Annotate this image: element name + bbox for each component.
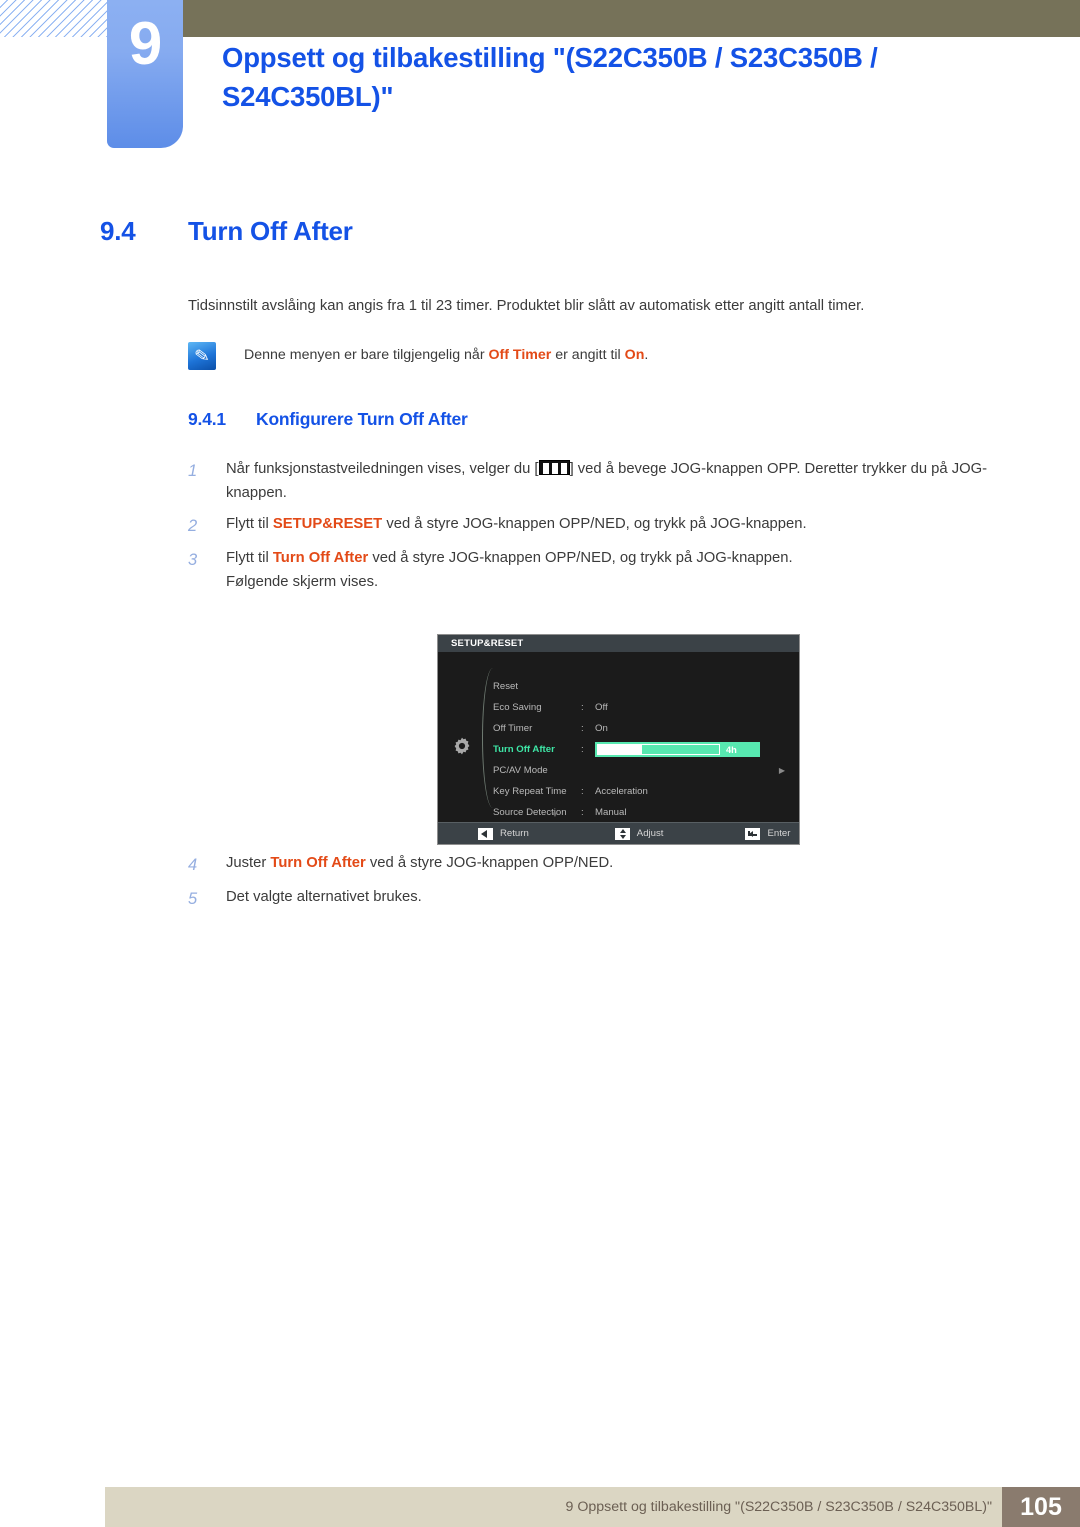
intro-paragraph: Tidsinnstilt avslåing kan angis fra 1 ti…: [188, 298, 865, 314]
chapter-header: 9 Oppsett og tilbakestilling "(S22C350B …: [0, 0, 1080, 160]
osd-menu-item[interactable]: Reset: [493, 676, 793, 697]
step-text: Flytt til Turn Off After ved å styre JOG…: [226, 547, 793, 595]
step-item: 2 Flytt til SETUP&RESET ved å styre JOG-k…: [188, 513, 1018, 540]
osd-footer-action[interactable]: Return: [478, 827, 529, 840]
osd-footer: Return Adjust Enter: [438, 822, 799, 844]
osd-slider-value: 4h: [726, 744, 737, 755]
osd-menu-list: Reset Eco Saving: Off Off Timer: On Turn Off …: [493, 676, 793, 823]
header-olive-bar: [183, 0, 1080, 37]
step-text: Når funksjonstastveiledningen vises, vel…: [226, 458, 1018, 506]
step-span: Når funksjonstastveiledningen vises, vel…: [226, 461, 539, 477]
osd-item-colon: :: [581, 702, 584, 713]
note-block: ✎ Denne menyen er bare tilgjengelig når …: [188, 341, 1018, 370]
page-title: 9.4 Turn Off After: [100, 216, 353, 247]
note-term-on: On: [624, 347, 645, 363]
osd-item-colon: :: [581, 807, 584, 818]
osd-item-colon: :: [581, 744, 584, 755]
osd-menu-item[interactable]: Turn Off After: 4h: [493, 739, 793, 760]
step-text: Juster Turn Off After ved å styre JOG-kn…: [226, 852, 613, 876]
osd-menu-item[interactable]: Off Timer: On: [493, 718, 793, 739]
osd-item-label: Turn Off After: [493, 744, 555, 755]
osd-item-label: Eco Saving: [493, 702, 542, 713]
osd-item-label: PC/AV Mode: [493, 765, 548, 776]
step-number: 1: [188, 462, 198, 480]
osd-item-label: Reset: [493, 681, 519, 692]
up-down-arrow-icon: [614, 827, 630, 840]
osd-item-label: Source Detection: [493, 807, 567, 818]
gear-icon: [452, 736, 472, 756]
subsection-title: 9.4.1 Konfigurere Turn Off After: [188, 409, 468, 430]
osd-slider[interactable]: 4h: [595, 742, 760, 757]
page-number: 105: [1002, 1487, 1080, 1527]
note-middle: er angitt til: [551, 347, 625, 363]
step-text: Flytt til SETUP&RESET ved å styre JOG-kn…: [226, 513, 807, 537]
osd-slider-track: [597, 744, 720, 755]
note-prefix: Denne menyen er bare tilgjengelig når: [244, 347, 489, 363]
step-item: 3 Flytt til Turn Off After ved å styre JO…: [188, 547, 1018, 595]
step-item: 5 Det valgte alternativet brukes.: [188, 886, 1018, 913]
osd-menu-item[interactable]: Key Repeat Time: Acceleration: [493, 781, 793, 802]
chapter-number: 9: [128, 10, 162, 77]
note-suffix: .: [644, 347, 649, 363]
step-number: 2: [188, 516, 198, 535]
osd-body: Reset Eco Saving: Off Off Timer: On Turn Off …: [438, 652, 799, 822]
page-footer: 9 Oppsett og tilbakestilling "(S22C350B …: [105, 1487, 1080, 1527]
osd-title: SETUP&RESET: [438, 635, 799, 652]
osd-footer-action[interactable]: Enter: [745, 827, 791, 840]
note-text: Denne menyen er bare tilgjengelig når Of…: [244, 341, 648, 366]
osd-footer-label: Return: [500, 828, 529, 839]
menu-key-icon: [538, 460, 570, 475]
step-highlight: Turn Off After: [272, 549, 369, 566]
step-span: ved å styre JOG-knappen OPP/NED.: [365, 855, 614, 871]
osd-item-value: On: [595, 723, 608, 734]
step-number: 4: [188, 856, 198, 874]
osd-item-colon: :: [581, 723, 584, 734]
note-pencil-glyph: ✎: [193, 345, 211, 367]
section-title: Turn Off After: [188, 216, 353, 246]
step-subtext: Følgende skjerm vises.: [226, 573, 379, 590]
osd-footer-action[interactable]: Adjust: [614, 827, 664, 840]
footer-text: 9 Oppsett og tilbakestilling "(S22C350B …: [565, 1499, 993, 1515]
chapter-number-tab: 9: [107, 0, 183, 148]
step-number: 5: [188, 889, 198, 908]
left-arrow-icon: [478, 827, 493, 840]
osd-item-label: Key Repeat Time: [493, 786, 567, 797]
subsection-number: 9.4.1: [188, 409, 226, 429]
subsection-label: Konfigurere Turn Off After: [256, 409, 468, 429]
step-span: Flytt til: [226, 549, 273, 566]
osd-menu-item[interactable]: Eco Saving: Off: [493, 697, 793, 718]
osd-footer-label: Enter: [767, 828, 791, 839]
osd-footer-label: Adjust: [636, 828, 664, 839]
step-span: Juster: [226, 855, 271, 871]
note-term-off-timer: Off Timer: [488, 347, 552, 363]
step-number: 3: [188, 550, 198, 569]
step-item: 1 Når funksjonstastveiledningen vises, ve…: [188, 458, 1018, 506]
section-number: 9.4: [100, 216, 136, 246]
osd-item-value: Acceleration: [595, 786, 648, 797]
enter-key-icon: [745, 827, 761, 840]
steps-list-top: 1 Når funksjonstastveiledningen vises, ve…: [188, 458, 1018, 602]
step-item: 4 Juster Turn Off After ved å styre JOG-k…: [188, 852, 1018, 879]
osd-menu-screenshot: SETUP&RESET Reset Eco Saving: Off Off Timer…: [437, 634, 800, 845]
step-highlight: SETUP&RESET: [272, 515, 383, 532]
osd-item-colon: :: [581, 786, 584, 797]
chevron-down-icon: ▼: [551, 810, 559, 819]
osd-menu-item[interactable]: Source Detection: Manual: [493, 802, 793, 823]
osd-menu-item[interactable]: PC/AV Mode ▶: [493, 760, 793, 781]
osd-slider-fill: [598, 745, 642, 754]
steps-list-bottom: 4 Juster Turn Off After ved å styre JOG-k…: [188, 852, 1018, 919]
osd-item-label: Off Timer: [493, 723, 533, 734]
note-pencil-icon: ✎: [188, 342, 216, 370]
step-text: Det valgte alternativet brukes.: [226, 886, 422, 910]
chevron-right-icon: ▶: [778, 766, 785, 775]
osd-item-value: Off: [595, 702, 608, 713]
step-span: ved å styre JOG-knappen OPP/NED, og tryk…: [382, 515, 807, 532]
step-highlight: Turn Off After: [270, 855, 366, 871]
step-span: Det valgte alternativet brukes.: [226, 888, 422, 905]
step-span: ved å styre JOG-knappen OPP/NED, og tryk…: [368, 549, 793, 566]
osd-item-value: Manual: [595, 807, 627, 818]
step-span: Flytt til: [226, 515, 273, 532]
chapter-title: Oppsett og tilbakestilling "(S22C350B / …: [222, 42, 878, 113]
